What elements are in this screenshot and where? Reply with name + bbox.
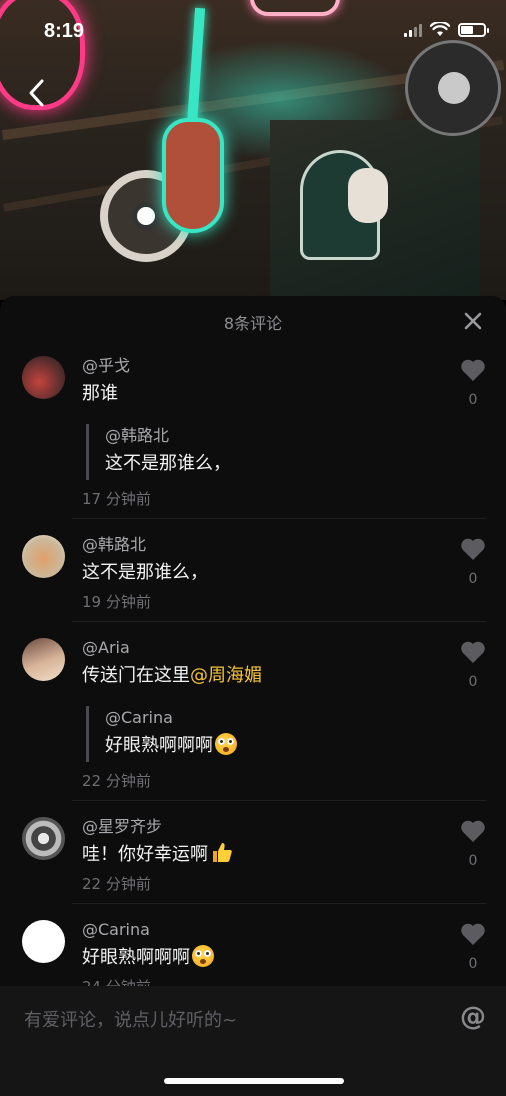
quoted-reply: @Carina 好眼熟啊啊啊 [86,706,434,762]
comment-input[interactable]: 有爱评论，说点儿好听的~ [24,1006,237,1032]
comment-text-body: 传送门在这里 [82,665,190,686]
status-icons [404,22,489,37]
like-count: 0 [468,956,478,972]
heart-icon [461,820,485,842]
comment-username[interactable]: @乎戈 [82,354,434,378]
avatar[interactable] [22,817,65,860]
comment-text: 好眼熟啊啊啊 [82,947,190,968]
comment-username[interactable]: @韩路北 [82,533,434,557]
mention-link[interactable]: @周海媚 [190,665,262,686]
like-count: 0 [468,674,478,690]
wifi-icon [430,22,450,36]
comment-text-line: 好眼熟啊啊啊 [82,942,434,974]
like-count: 0 [468,853,478,869]
avatar[interactable] [22,920,65,963]
reply-text: 这不是那谁么， [105,453,231,474]
comments-count-title: 8条评论 [223,314,283,333]
battery-icon [458,22,489,37]
comment-time: 19 分钟前 [82,593,151,611]
like-count: 0 [468,571,478,587]
comment-text: 这不是那谁么， [82,562,208,583]
heart-icon [461,538,485,560]
back-icon[interactable] [26,78,46,108]
like-button[interactable]: 0 [460,537,486,587]
comment-time: 22 分钟前 [82,772,151,790]
like-button[interactable]: 0 [460,819,486,869]
quoted-reply: @韩路北 这不是那谁么， [86,424,434,480]
comment-item: @星罗齐步 哇！你好幸运啊 22 分钟前 0 [0,801,506,904]
like-button[interactable]: 0 [460,640,486,690]
avatar[interactable] [22,535,65,578]
comment-time: 17 分钟前 [82,490,151,508]
status-bar: 8:19 [0,0,506,62]
comment-input-bar: 有爱评论，说点儿好听的~ @ [0,986,506,1096]
status-time: 8:19 [44,20,85,42]
comment-item: @乎戈 那谁 @韩路北 这不是那谁么， 17 分钟前 0 [0,346,506,519]
comment-username[interactable]: @星罗齐步 [82,815,434,839]
comment-time: 24 分钟前 [82,974,434,986]
reply-username[interactable]: @韩路北 [105,424,434,448]
heart-icon [461,923,485,945]
reply-username[interactable]: @Carina [105,706,434,730]
comment-text: 传送门在这里@周海媚 [82,660,434,692]
comment-item: @韩路北 这不是那谁么， 19 分钟前 0 [0,519,506,622]
comments-header: 8条评论 [0,296,506,346]
comment-username[interactable]: @Carina [82,918,434,942]
comment-text: 哇！你好幸运啊 [82,844,208,865]
heart-icon [461,359,485,381]
comment-list[interactable]: @乎戈 那谁 @韩路北 这不是那谁么， 17 分钟前 0 @韩路北 这不是那谁么… [0,346,506,986]
home-indicator [164,1078,344,1084]
reply-text-line: 好眼熟啊啊啊 [105,730,434,762]
like-count: 0 [468,392,478,408]
like-button[interactable]: 0 [460,358,486,408]
cellular-signal-icon [404,23,422,37]
reply-text: 好眼熟啊啊啊 [105,735,213,756]
avatar[interactable] [22,356,65,399]
avatar[interactable] [22,638,65,681]
comments-sheet: 8条评论 @乎戈 那谁 @韩路北 这不是那谁么， 17 分钟前 0 @韩路北 这… [0,296,506,1096]
thumbs-up-icon [213,843,232,862]
comment-text: 那谁 [82,383,118,404]
like-button[interactable]: 0 [460,922,486,972]
heart-icon [461,641,485,663]
comment-time: 22 分钟前 [82,875,151,893]
comment-text-line: 哇！你好幸运啊 [82,839,434,871]
flushed-face-icon [192,945,214,967]
at-mention-icon[interactable]: @ [460,1002,486,1032]
close-icon[interactable] [464,312,482,330]
flushed-face-icon [215,733,237,755]
comment-item: @Aria 传送门在这里@周海媚 @Carina 好眼熟啊啊啊 22 分钟前 0 [0,622,506,801]
comment-item: @Carina 好眼熟啊啊啊 24 分钟前 0 [0,904,506,986]
comment-username[interactable]: @Aria [82,636,434,660]
